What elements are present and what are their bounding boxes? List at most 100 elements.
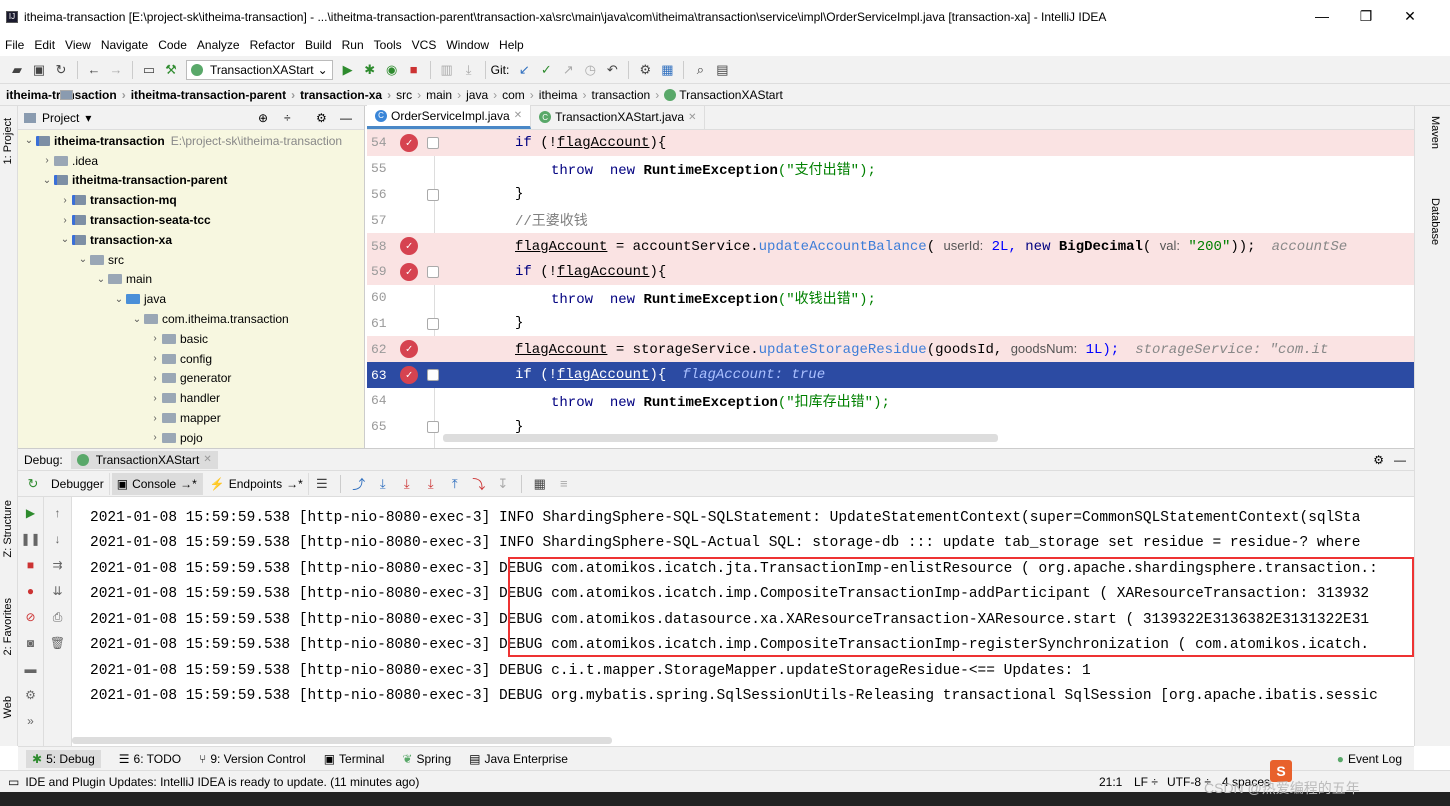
breadcrumb-item[interactable]: TransactionXAStart [664,88,783,102]
layout-icon[interactable]: ▬ [21,659,41,679]
trash-icon[interactable]: 🗑 [48,633,68,653]
breakpoint-icon[interactable]: ✓ [400,366,418,385]
frames-icon[interactable]: ☰ [311,474,333,494]
print-icon[interactable]: ⎙ [48,607,68,627]
tree-item-mapper[interactable]: › mapper [18,408,364,428]
fold-marker-icon[interactable] [427,317,439,330]
project-view-selector[interactable]: Project [42,111,79,125]
menu-view[interactable]: View [60,38,96,52]
down-icon[interactable]: ↓ [48,529,68,549]
breadcrumb-item[interactable]: java › [60,88,502,102]
tree-item-config[interactable]: › config [18,349,364,369]
web-tool-tab[interactable]: Web [2,696,14,718]
console-output[interactable]: 2021-01-08 15:59:59.538 [http-nio-8080-e… [72,497,1414,747]
fold-marker-icon[interactable] [427,137,439,149]
menu-window[interactable]: Window [441,38,494,52]
tree-item-pojo[interactable]: › pojo [18,428,364,448]
git-history-icon[interactable]: ◷ [579,60,601,80]
soft-wrap-icon[interactable]: ⇉ [48,555,68,575]
view-breakpoints-icon[interactable]: ● [21,581,41,601]
collapse-all-icon[interactable]: ÷ [284,111,291,125]
chevron-right-icon[interactable]: › [148,432,162,443]
tab-debugger[interactable]: Debugger [46,472,110,495]
tree-item-itheima-transaction[interactable]: ⌄ itheima-transaction E:\project-sk\itheim… [18,131,364,151]
tab-endpoints[interactable]: ⚡ Endpoints →* [205,472,309,495]
cursor-position[interactable]: 21:1 [1099,775,1122,789]
menu-analyze[interactable]: Analyze [192,38,245,52]
tree-item-handler[interactable]: › handler [18,388,364,408]
mute-breakpoints-icon[interactable]: ⊘ [21,607,41,627]
menu-vcs[interactable]: VCS [407,38,442,52]
tree-item-basic[interactable]: › basic [18,329,364,349]
tree-item-transaction-seata-tcc[interactable]: › transaction-seata-tcc [18,210,364,230]
close-window-button[interactable]: ✕ [1400,8,1420,25]
breadcrumb-item[interactable]: transaction › [60,88,664,102]
menu-tools[interactable]: Tools [369,38,407,52]
up-icon[interactable]: ↑ [48,503,68,523]
chevron-down-icon[interactable]: ⌄ [58,234,72,245]
git-commit-icon[interactable]: ✓ [535,60,557,80]
tab-console[interactable]: ▣ Console →* [111,472,203,495]
restore-button[interactable]: ❐ [1356,8,1376,25]
force-step-into-icon[interactable]: ⤓ [420,474,442,494]
resume-icon[interactable]: ▶ [21,503,41,523]
stop-icon[interactable]: ■ [21,555,41,575]
menu-build[interactable]: Build [300,38,337,52]
window-icon[interactable]: ▭ [138,60,160,80]
tree-item-transaction-mq[interactable]: › transaction-mq [18,190,364,210]
evaluate-expression-icon[interactable]: ▦ [529,474,551,494]
update-icon[interactable]: ▭ [8,775,19,789]
run-configuration-select[interactable]: TransactionXAStart ⌄ [186,59,333,80]
maven-tool-tab[interactable]: Maven [1429,116,1441,149]
menu-edit[interactable]: Edit [29,38,60,52]
menu-navigate[interactable]: Navigate [96,38,153,52]
hide-panel-icon[interactable]: — [1394,453,1406,467]
chevron-right-icon[interactable]: › [148,333,162,344]
breadcrumb-item[interactable]: itheima › [60,88,592,102]
sync-icon[interactable]: ↻ [50,60,72,80]
chevron-right-icon[interactable]: › [40,155,54,166]
tree-item-src[interactable]: ⌄ src [18,250,364,270]
build-hammer-icon[interactable]: ⚒ [160,60,182,80]
code-area[interactable]: 54 ✓ if (!flagAccount){ 55 throw new Run… [367,130,1414,448]
menu-code[interactable]: Code [153,38,192,52]
stop-icon[interactable]: ■ [403,60,425,80]
gear-icon[interactable]: ⚙ [316,111,327,125]
drop-frame-icon[interactable]: ⤵ [468,474,490,494]
project-structure-icon[interactable]: ▦ [656,60,678,80]
tree-item-main[interactable]: ⌄ main [18,270,364,290]
tab-orderserviceimpl[interactable]: C OrderServiceImpl.java ✕ [367,105,532,129]
run-icon[interactable]: ▶ [337,60,359,80]
open-folder-icon[interactable]: ▰ [6,60,28,80]
menu-refactor[interactable]: Refactor [245,38,300,52]
breadcrumb-item[interactable]: itheitma-transaction-parent › [60,88,300,102]
breakpoint-icon[interactable]: ✓ [400,237,418,256]
tree-item-generator[interactable]: › generator [18,369,364,389]
back-icon[interactable]: ← [83,60,105,80]
attach-debugger-icon[interactable]: ▥ [436,60,458,80]
chevron-down-icon[interactable]: ⌄ [40,175,54,186]
show-execution-point-icon[interactable]: ⤴ [348,474,370,494]
run-to-cursor-icon[interactable]: ↧ [492,474,514,494]
gear-icon[interactable]: ⚙ [1373,453,1384,467]
git-rollback-icon[interactable]: ↶ [601,60,623,80]
close-icon[interactable]: ✕ [514,110,522,121]
chevron-right-icon[interactable]: › [148,393,162,404]
expand-icon[interactable]: » [21,711,41,731]
tab-todo[interactable]: ☰ 6: TODO [119,752,181,766]
scroll-to-end-icon[interactable]: ⇊ [48,581,68,601]
tree-item-transaction-parent[interactable]: ⌄ itheitma-transaction-parent [18,171,364,191]
chevron-right-icon[interactable]: › [148,373,162,384]
menu-help[interactable]: Help [494,38,529,52]
pause-icon[interactable]: ❚❚ [20,529,40,549]
camera-icon[interactable]: ◙ [21,633,41,653]
breakpoint-icon[interactable]: ✓ [400,262,418,281]
tab-java-enterprise[interactable]: ▤ Java Enterprise [469,752,568,766]
git-update-icon[interactable]: ↙ [513,60,535,80]
settings-icon[interactable]: ⚙ [21,685,41,705]
chevron-right-icon[interactable]: › [58,195,72,206]
trace-icon[interactable]: ≡ [553,474,575,494]
debug-bug-icon[interactable]: ✱ [359,60,381,80]
search-icon[interactable]: ⌕ [689,60,711,80]
debug-session-tab[interactable]: TransactionXAStart ✕ [70,450,218,469]
